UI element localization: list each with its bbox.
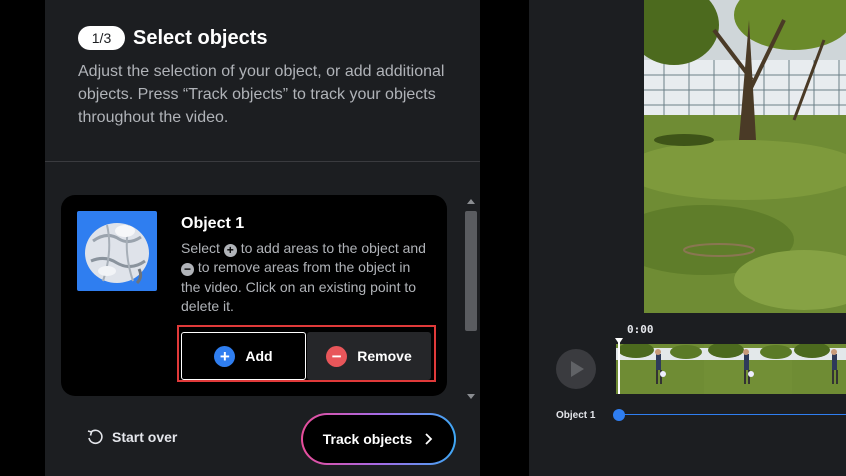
play-icon [571, 361, 584, 377]
track-objects-button[interactable]: Track objects [301, 413, 456, 465]
step-description: Adjust the selection of your object, or … [78, 63, 445, 126]
panel-scrollbar[interactable] [463, 195, 479, 405]
start-over-button[interactable]: Start over [86, 428, 177, 446]
timeline-filmstrip[interactable] [616, 344, 846, 394]
add-button-label: Add [245, 348, 273, 364]
minus-circle-icon: − [181, 263, 194, 277]
chevron-right-icon [425, 433, 433, 445]
play-button[interactable] [556, 349, 596, 389]
scroll-thumb[interactable] [465, 211, 477, 331]
video-preview[interactable] [644, 0, 846, 313]
timeline-time: 0:00 [627, 323, 654, 336]
object-track-marker[interactable] [613, 409, 625, 421]
start-over-label: Start over [112, 429, 178, 445]
undo-icon [87, 429, 103, 445]
remove-button[interactable]: − Remove [307, 332, 431, 380]
instructions-part2: to add areas to the object and [240, 240, 426, 256]
playhead[interactable] [618, 341, 620, 394]
ball-image [85, 223, 149, 285]
object-track-line [618, 414, 846, 415]
add-button[interactable]: + Add [181, 332, 306, 380]
object-thumbnail[interactable] [77, 211, 157, 291]
minus-circle-icon: − [326, 345, 348, 367]
plus-circle-icon: + [214, 345, 236, 367]
instructions-part3: to remove areas from the object in the v… [181, 259, 417, 314]
object-instructions: Select + to add areas to the object and … [181, 239, 426, 316]
panel-header: 1/3 Select objects Adjust the selection … [45, 0, 480, 162]
object-name: Object 1 [181, 215, 245, 232]
step-badge: 1/3 [78, 26, 125, 50]
scroll-down-icon[interactable] [467, 394, 475, 399]
track-objects-label: Track objects [322, 431, 413, 447]
scroll-up-icon[interactable] [467, 199, 475, 204]
plus-circle-icon: + [223, 244, 237, 257]
remove-button-label: Remove [357, 348, 412, 364]
video-frame-image [644, 0, 846, 313]
video-panel: 0:00 Object 1 [529, 0, 846, 476]
object-card: Object 1 Select + to add areas to the ob… [61, 195, 447, 396]
instructions-part1: Select [181, 240, 220, 256]
object-track-label: Object 1 [556, 410, 596, 421]
filmstrip-frames [616, 344, 846, 394]
page-title: Select objects [133, 27, 268, 49]
selection-panel: 1/3 Select objects Adjust the selection … [45, 0, 480, 476]
